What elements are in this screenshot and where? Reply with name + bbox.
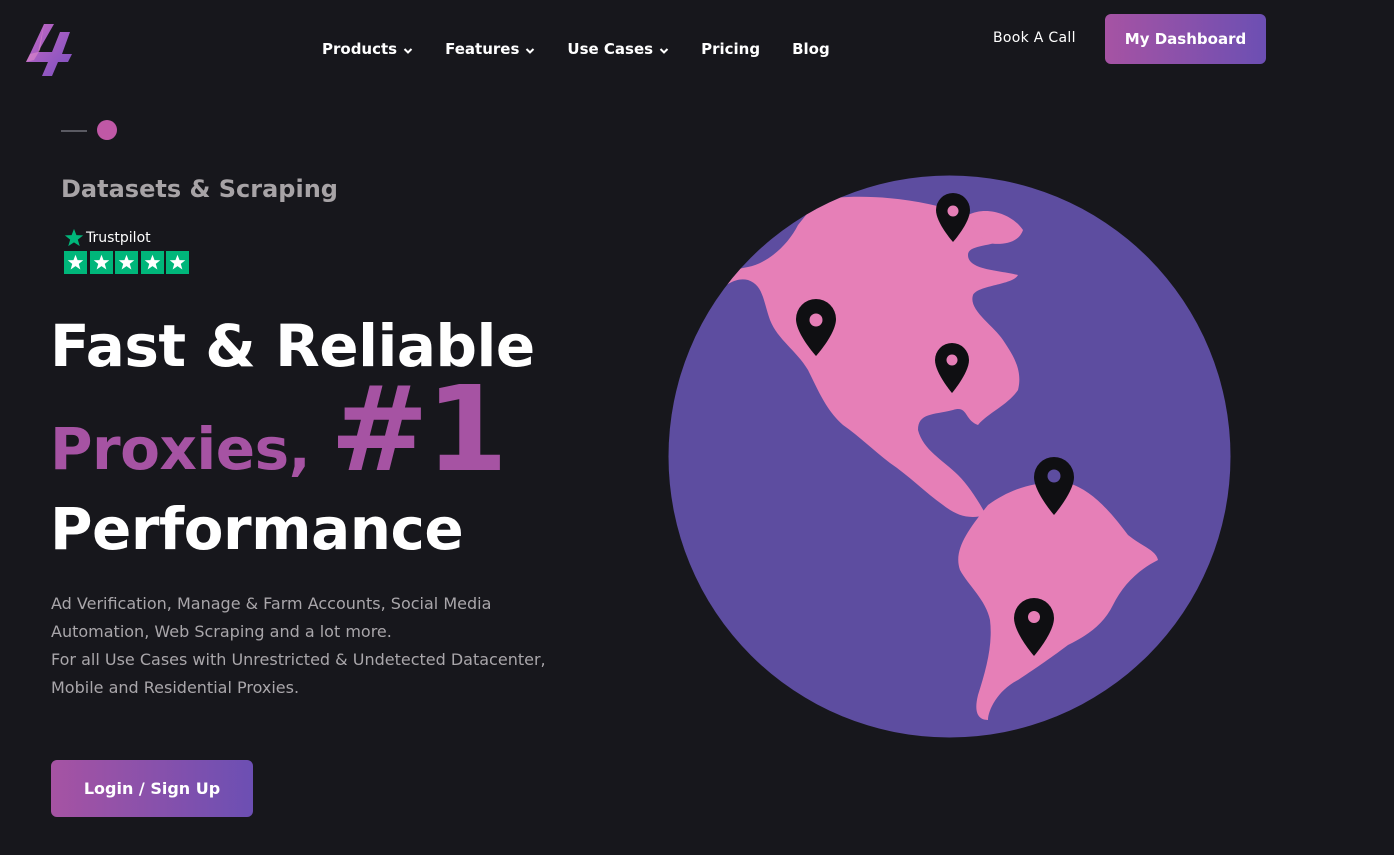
nav-use-cases-label: Use Cases xyxy=(567,40,654,58)
description-line: For all Use Cases with Unrestricted & Un… xyxy=(51,650,546,669)
rating-star-1 xyxy=(64,251,87,274)
headline-line-3: Performance xyxy=(50,495,464,563)
nav-use-cases[interactable]: Use Cases xyxy=(567,40,669,58)
rating-star-5 xyxy=(166,251,189,274)
description-line: Mobile and Residential Proxies. xyxy=(51,678,300,697)
rating-star-4 xyxy=(140,251,164,274)
trustpilot-star-icon xyxy=(64,228,84,247)
slide-indicator-active[interactable] xyxy=(97,120,117,140)
nav-products[interactable]: Products xyxy=(322,40,413,58)
description-line: Ad Verification, Manage & Farm Accounts,… xyxy=(51,594,492,613)
slide-title: Datasets & Scraping xyxy=(61,175,338,203)
chevron-down-icon xyxy=(403,47,413,54)
description-line: Automation, Web Scraping and a lot more. xyxy=(51,622,392,641)
trustpilot-badge[interactable]: Trustpilot xyxy=(64,228,192,274)
main-nav: Products Features Use Cases Pricing Blog xyxy=(322,40,862,58)
nav-pricing[interactable]: Pricing xyxy=(701,40,760,58)
nav-pricing-label: Pricing xyxy=(701,40,761,58)
nav-blog[interactable]: Blog xyxy=(792,40,830,58)
nav-blog-label: Blog xyxy=(792,40,830,58)
hero-description: Ad Verification, Manage & Farm Accounts,… xyxy=(51,590,611,702)
nav-features[interactable]: Features xyxy=(445,40,535,58)
chevron-down-icon xyxy=(526,47,535,54)
trustpilot-rating xyxy=(64,251,192,274)
my-dashboard-button[interactable]: My Dashboard xyxy=(1105,14,1266,64)
trustpilot-label: Trustpilot xyxy=(86,230,151,246)
logo-icon[interactable] xyxy=(24,20,78,80)
book-a-call-link[interactable]: Book A Call xyxy=(993,30,1076,46)
globe-illustration xyxy=(668,175,1231,738)
slide-indicator-inactive[interactable] xyxy=(61,130,87,132)
headline-proxies: Proxies, xyxy=(50,415,311,483)
rating-star-2 xyxy=(89,251,113,274)
headline-rank: #1 xyxy=(330,360,508,498)
landing-page: Products Features Use Cases Pricing Blog… xyxy=(0,0,1394,855)
login-signup-button[interactable]: Login / Sign Up xyxy=(51,760,253,817)
rating-star-3 xyxy=(115,251,138,274)
nav-products-label: Products xyxy=(322,40,398,58)
chevron-down-icon xyxy=(659,47,669,54)
nav-features-label: Features xyxy=(445,40,520,58)
